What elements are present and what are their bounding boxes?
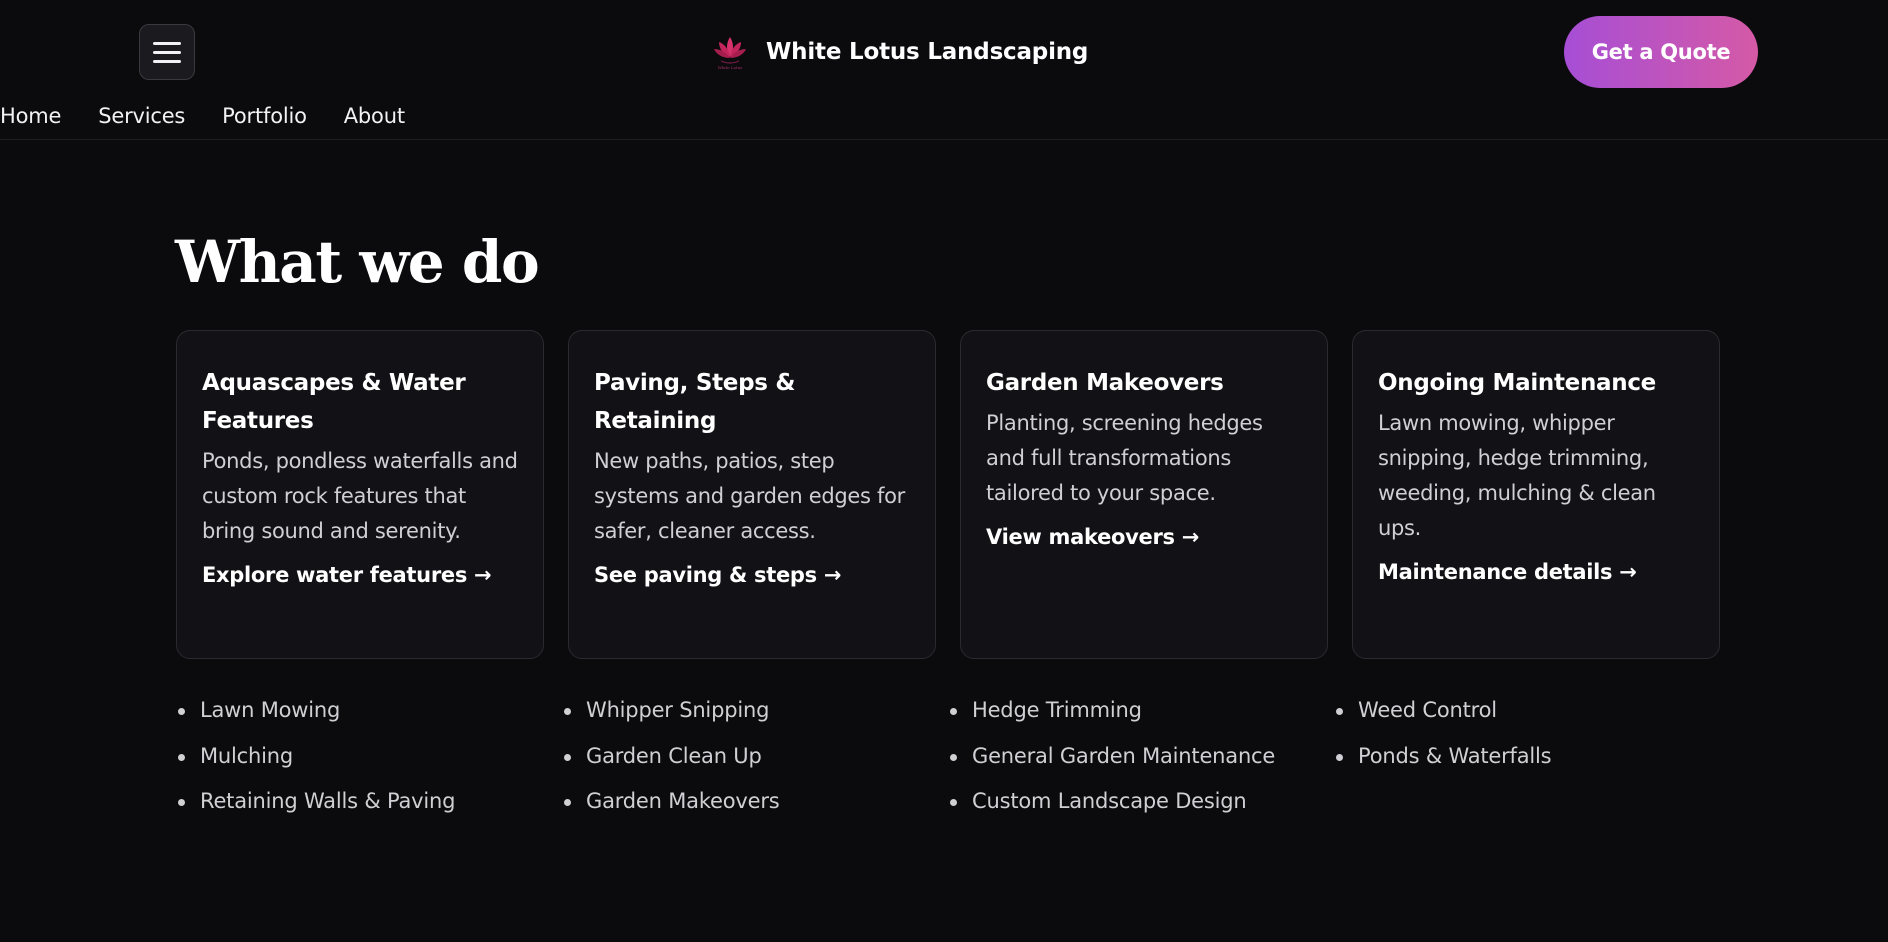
- card-description: Ponds, pondless waterfalls and custom ro…: [202, 449, 518, 543]
- card-description: New paths, patios, step systems and gard…: [594, 449, 906, 543]
- get-a-quote-button[interactable]: Get a Quote: [1564, 16, 1758, 88]
- view-makeovers-link[interactable]: View makeovers →: [986, 525, 1199, 549]
- nav-services-link[interactable]: Services: [98, 104, 185, 128]
- main-nav: Home Services Portfolio About: [0, 104, 405, 128]
- logo-text: White Lotus: [717, 64, 743, 70]
- hamburger-menu-icon[interactable]: [139, 24, 195, 80]
- list-item: Mulching: [176, 734, 562, 780]
- card-description: Planting, screening hedges and full tran…: [986, 411, 1263, 505]
- service-list-column: Weed Control Ponds & Waterfalls: [1334, 688, 1720, 825]
- nav-home-link[interactable]: Home: [0, 104, 61, 128]
- menu-bar: [153, 59, 181, 63]
- section-title: What we do: [175, 228, 540, 296]
- site-header: White Lotus White Lotus Landscaping Get …: [0, 0, 1888, 140]
- service-list-column: Hedge Trimming General Garden Maintenanc…: [948, 688, 1334, 825]
- card-title: Aquascapes & Water Features: [202, 370, 466, 434]
- menu-bar: [153, 41, 181, 45]
- card-title: Paving, Steps & Retaining: [594, 370, 796, 434]
- list-item: Ponds & Waterfalls: [1334, 734, 1720, 780]
- list-item: Hedge Trimming: [948, 688, 1334, 734]
- brand[interactable]: White Lotus White Lotus Landscaping: [708, 28, 1088, 76]
- nav-portfolio-link[interactable]: Portfolio: [222, 104, 307, 128]
- nav-about-link[interactable]: About: [344, 104, 405, 128]
- service-card-water-features: Aquascapes & Water Features Ponds, pondl…: [176, 330, 544, 659]
- service-list-column: Lawn Mowing Mulching Retaining Walls & P…: [176, 688, 562, 825]
- list-item: Custom Landscape Design: [948, 779, 1334, 825]
- list-item: Garden Clean Up: [562, 734, 948, 780]
- lotus-flower-graphic: [714, 36, 746, 64]
- service-card-paving: Paving, Steps & Retaining New paths, pat…: [568, 330, 936, 659]
- list-item: Garden Makeovers: [562, 779, 948, 825]
- service-card-makeovers: Garden Makeovers Planting, screening hed…: [960, 330, 1328, 659]
- service-cards: Aquascapes & Water Features Ponds, pondl…: [176, 330, 1720, 659]
- menu-bar: [153, 50, 181, 54]
- card-description: Lawn mowing, whipper snipping, hedge tri…: [1378, 411, 1656, 540]
- service-card-maintenance: Ongoing Maintenance Lawn mowing, whipper…: [1352, 330, 1720, 659]
- explore-water-features-link[interactable]: Explore water features →: [202, 563, 492, 587]
- list-item: General Garden Maintenance: [948, 734, 1334, 780]
- service-list: Lawn Mowing Mulching Retaining Walls & P…: [176, 688, 1720, 825]
- lotus-logo-icon: White Lotus: [708, 30, 752, 74]
- card-title: Garden Makeovers: [986, 370, 1224, 396]
- see-paving-steps-link[interactable]: See paving & steps →: [594, 563, 841, 587]
- brand-name: White Lotus Landscaping: [766, 39, 1089, 65]
- page: White Lotus White Lotus Landscaping Get …: [0, 0, 1888, 942]
- list-item: Lawn Mowing: [176, 688, 562, 734]
- service-list-column: Whipper Snipping Garden Clean Up Garden …: [562, 688, 948, 825]
- list-item: Whipper Snipping: [562, 688, 948, 734]
- card-title: Ongoing Maintenance: [1378, 370, 1656, 396]
- list-item: Retaining Walls & Paving: [176, 779, 562, 825]
- maintenance-details-link[interactable]: Maintenance details →: [1378, 560, 1637, 584]
- list-item: Weed Control: [1334, 688, 1720, 734]
